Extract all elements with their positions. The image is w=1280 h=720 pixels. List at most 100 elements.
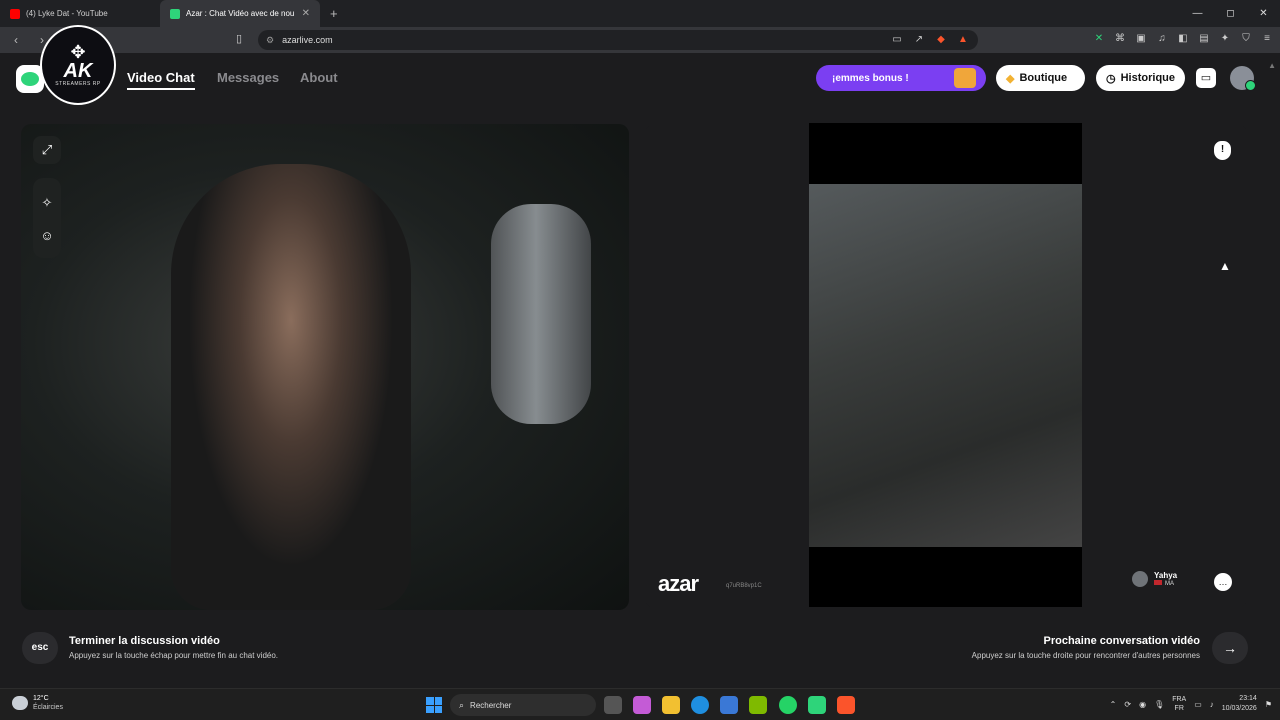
gem-icon: ◆ — [1006, 72, 1015, 85]
tab-title: Azar : Chat Vidéo avec de nou — [186, 9, 295, 18]
menu-icon[interactable]: ≡ — [1260, 31, 1274, 47]
wallet-icon[interactable]: ▤ — [1197, 31, 1211, 47]
bonus-banner[interactable]: ¡emmes bonus ! — [816, 65, 986, 91]
clock-date: 10/03/2026 — [1221, 705, 1257, 712]
azar-watermark: azar — [658, 571, 699, 596]
azar-app-icon[interactable] — [808, 696, 826, 714]
puzzle-icon[interactable]: ⌘ — [1113, 31, 1127, 47]
clock[interactable]: 23:14 10/03/2026 — [1222, 694, 1257, 714]
peer-info[interactable]: Yahya MA — [1132, 571, 1177, 587]
network-icon[interactable]: ▭ — [1194, 700, 1202, 709]
sync-icon[interactable]: ⟳ — [1124, 700, 1131, 709]
local-user-image — [171, 164, 411, 610]
task-view-icon[interactable] — [604, 696, 622, 714]
whatsapp-icon[interactable] — [779, 696, 797, 714]
microphone-icon[interactable]: 🎙 — [1154, 700, 1164, 709]
youtube-icon — [10, 8, 20, 19]
chevron-up-icon[interactable]: ⌃ — [1110, 700, 1117, 709]
mouse-cursor-icon: ▲ — [1219, 259, 1231, 273]
next-chat-title: Prochaine conversation vidéo — [1043, 635, 1201, 647]
browser-toolbar: ‹ › ▯ ⚙ azarlive.com ▭ ↗ ◆ ▲ — [0, 27, 1280, 53]
site-settings-icon[interactable]: ⚙ — [266, 35, 274, 46]
nav-messages[interactable]: Messages — [217, 70, 279, 85]
maximize-button[interactable]: ◻ — [1214, 0, 1247, 27]
end-chat-title: Terminer la discussion vidéo — [69, 635, 220, 647]
language-indicator[interactable]: FRA FR — [1172, 695, 1186, 713]
next-chat-subtitle: Appuyez sur la touche droite pour rencon… — [971, 651, 1200, 660]
morocco-flag-icon — [1154, 580, 1162, 585]
back-icon[interactable]: ‹ — [6, 33, 26, 47]
volume-icon[interactable]: ♪ — [1210, 700, 1214, 709]
magic-wand-icon[interactable]: ✧ — [33, 189, 61, 217]
share-icon[interactable]: ↗ — [912, 33, 926, 47]
clock-icon: ◷ — [1106, 72, 1116, 85]
peer-avatar — [1132, 571, 1148, 587]
notification-icon[interactable]: ⚑ — [1265, 700, 1272, 709]
minimize-button[interactable]: — — [1181, 0, 1214, 27]
profile-avatar[interactable] — [1230, 66, 1256, 91]
streamer-overlay-badge: ✥ AK STREAMERS RP — [40, 25, 116, 105]
browser-tabstrip: (4) Lyke Dat - YouTube Azar : Chat Vidéo… — [0, 0, 1280, 27]
brave-rewards-icon[interactable]: ▲ — [956, 33, 970, 47]
nav-about[interactable]: About — [300, 70, 338, 85]
system-tray: ⌃ ⟳ ◉ 🎙 FRA FR ▭ ♪ 23:14 10/03/2026 ⚑ — [1110, 694, 1272, 714]
sidebar-icon[interactable]: ◧ — [1176, 31, 1190, 47]
copilot-icon[interactable] — [633, 696, 651, 714]
expand-icon[interactable]: ⤢ — [33, 136, 61, 164]
store-icon[interactable]: ▭ — [1196, 68, 1216, 88]
leo-ai-icon[interactable]: ✦ — [1218, 31, 1232, 47]
local-video-feed — [21, 124, 629, 610]
file-explorer-icon[interactable] — [662, 696, 680, 714]
peer-name: Yahya — [1154, 571, 1178, 580]
weather-widget[interactable]: 12°C Éclaircies — [12, 694, 63, 712]
weather-desc: Éclaircies — [33, 704, 63, 711]
bookmark-icon[interactable]: ▯ — [236, 32, 242, 45]
new-tab-button[interactable]: + — [330, 6, 338, 21]
address-bar[interactable]: ⚙ azarlive.com ▭ ↗ ◆ ▲ — [258, 30, 978, 50]
azar-page: ✥ AK STREAMERS RP Video Chat Messages Ab… — [0, 25, 1280, 688]
extension-x-icon[interactable]: ✕ — [1092, 31, 1106, 47]
end-chat-button[interactable]: esc — [22, 632, 58, 664]
scroll-up-icon[interactable]: ▲ — [1268, 61, 1276, 70]
next-chat-button[interactable]: → — [1212, 632, 1248, 664]
vpn-icon[interactable]: ⛉ — [1239, 31, 1253, 47]
app-tray-icon[interactable]: ◉ — [1139, 700, 1146, 709]
eagle-icon: ✥ — [70, 42, 86, 62]
cast-icon[interactable]: ▭ — [890, 33, 904, 47]
gift-icon — [954, 68, 976, 88]
chat-bubble-icon[interactable]: … — [1214, 573, 1232, 591]
windows-taskbar: 12°C Éclaircies ⌕ Rechercher ⌃ ⟳ ◉ 🎙 FRA… — [0, 688, 1280, 720]
clock-time: 23:14 — [1239, 695, 1257, 702]
remote-user-image — [809, 184, 1082, 547]
site-header: ✥ AK STREAMERS RP Video Chat Messages Ab… — [0, 25, 1280, 105]
brave-icon[interactable] — [837, 696, 855, 714]
browser-tab-youtube[interactable]: (4) Lyke Dat - YouTube — [0, 0, 160, 27]
url-text: azarlive.com — [282, 35, 333, 45]
close-window-button[interactable]: ✕ — [1247, 0, 1280, 27]
history-button[interactable]: ◷ Historique — [1096, 65, 1185, 91]
window-controls: — ◻ ✕ — [1181, 0, 1280, 27]
microphone-image — [491, 204, 591, 424]
shop-button[interactable]: ◆ Boutique — [996, 65, 1085, 91]
nav-video-chat[interactable]: Video Chat — [127, 70, 195, 90]
close-tab-icon[interactable]: ✕ — [302, 8, 310, 19]
windows-start-icon[interactable] — [426, 697, 442, 713]
screenshot-icon[interactable]: ▣ — [1134, 31, 1148, 47]
bonus-label: ¡emmes bonus ! — [832, 72, 909, 84]
report-icon[interactable]: ! — [1214, 141, 1231, 160]
store-app-icon[interactable] — [720, 696, 738, 714]
shop-label: Boutique — [1019, 72, 1068, 84]
taskbar-search[interactable]: ⌕ Rechercher — [450, 694, 596, 716]
lang-top: FRA — [1172, 696, 1187, 703]
cloud-sun-icon — [12, 696, 28, 710]
music-icon[interactable]: ♫ — [1155, 31, 1169, 47]
face-filter-icon[interactable]: ☺ — [33, 222, 61, 250]
brave-shield-icon[interactable]: ◆ — [934, 33, 948, 47]
extensions-bar: ✕ ⌘ ▣ ♫ ◧ ▤ ✦ ⛉ ≡ — [1092, 31, 1274, 47]
android-icon[interactable] — [749, 696, 767, 714]
tab-title: (4) Lyke Dat - YouTube — [26, 9, 108, 18]
edge-icon[interactable] — [691, 696, 709, 714]
lang-bottom: FR — [1174, 705, 1184, 712]
search-icon: ⌕ — [459, 699, 465, 710]
browser-tab-azar[interactable]: Azar : Chat Vidéo avec de nou ✕ — [160, 0, 320, 27]
